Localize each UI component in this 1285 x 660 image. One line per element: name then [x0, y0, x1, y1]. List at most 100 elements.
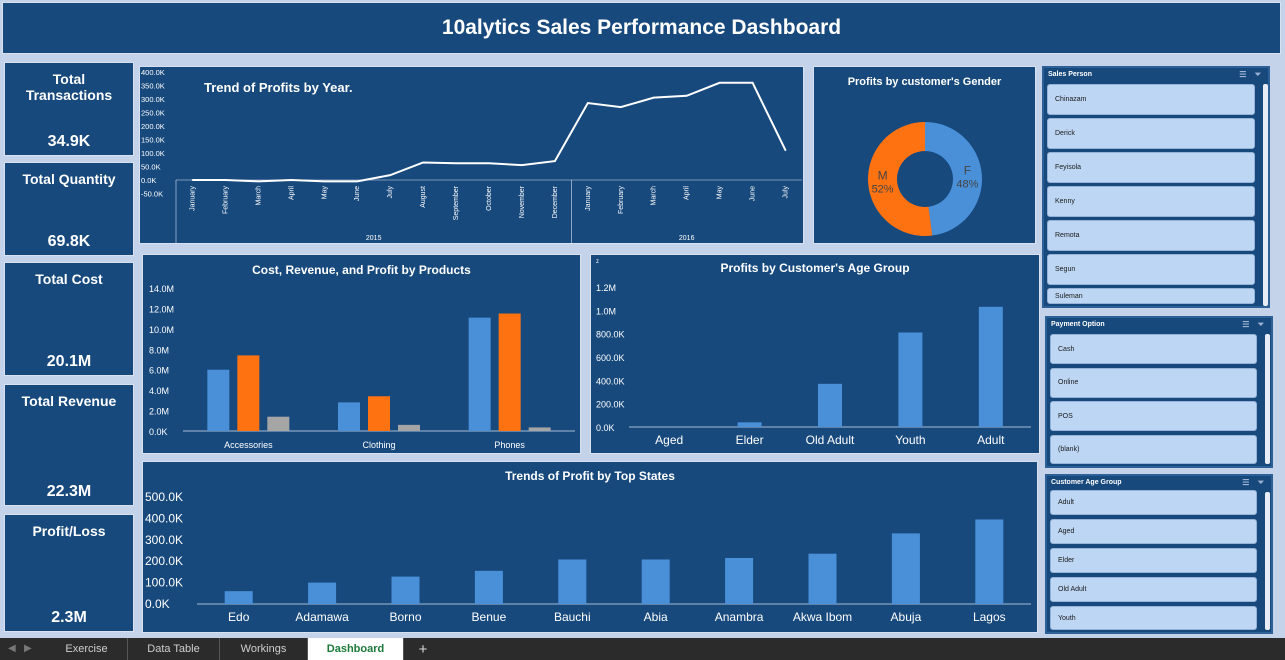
- trend-point: [224, 179, 227, 181]
- slicer-item[interactable]: Feyisola: [1047, 152, 1255, 183]
- slicer-item[interactable]: Elder: [1050, 548, 1257, 573]
- multi-select-icon[interactable]: ☰ ⏷: [1242, 320, 1267, 330]
- slicer-item[interactable]: Kenny: [1047, 186, 1255, 217]
- sheet-tab-exercise[interactable]: Exercise: [46, 638, 128, 660]
- y-tick-label: 0.0K: [149, 427, 168, 437]
- scroll-right-icon[interactable]: ▶: [24, 643, 32, 654]
- x-tick-label: April: [684, 186, 691, 200]
- slicer-item[interactable]: Remota: [1047, 220, 1255, 251]
- y-tick-label: 150.0K: [141, 136, 165, 145]
- gender-donut-svg: F48% M52%: [868, 122, 982, 236]
- multi-select-icon[interactable]: ☰ ⏷: [1239, 70, 1264, 80]
- y-tick-label: 400.0K: [145, 511, 183, 525]
- x-tick-label: November: [519, 185, 526, 218]
- x-tick-label: December: [552, 185, 559, 218]
- slicer-item[interactable]: Cash: [1050, 334, 1257, 364]
- slicer-title: Payment Option: [1051, 321, 1105, 328]
- states-bar-svg: 500.0K 400.0K 300.0K 200.0K 100.0K 0.0K Edo Ada…: [145, 490, 1031, 624]
- slice-percent: 48%: [956, 178, 978, 190]
- trend-point: [191, 179, 194, 181]
- x-tick-label: Old Adult: [806, 433, 855, 447]
- slicer-item[interactable]: Chinazam: [1047, 84, 1255, 115]
- trend-point: [685, 94, 688, 97]
- y-tick-label: 800.0K: [596, 330, 625, 340]
- y-tick-label: 250.0K: [141, 109, 165, 118]
- trend-point: [323, 180, 326, 183]
- bar: [558, 559, 587, 604]
- kpi-total-quantity: Total Quantity 69.8K: [4, 162, 134, 256]
- bar: [725, 557, 754, 604]
- y-tick-label: 100.0K: [145, 576, 183, 590]
- y-tick-label: 400.0K: [596, 376, 625, 386]
- x-tick-label: Adult: [977, 433, 1005, 447]
- x-tick-label: Abia: [644, 610, 668, 624]
- age-group-bar-svg: 1.2M 1.0M 800.0K 600.0K 400.0K 200.0K 0.0K Aged…: [596, 283, 1031, 447]
- group-label: 2015: [366, 235, 382, 242]
- x-tick-label: May: [321, 186, 328, 200]
- sheet-tab-workings[interactable]: Workings: [220, 638, 308, 660]
- slicer-item[interactable]: Segun: [1047, 254, 1255, 285]
- x-tick-label: Bauchi: [554, 610, 591, 624]
- kpi-value: 34.9K: [47, 133, 91, 150]
- kpi-label: Total Cost: [35, 271, 103, 287]
- bar: [308, 582, 337, 604]
- x-tick-label: August: [420, 186, 427, 208]
- bar: [891, 533, 920, 604]
- y-tick-label: 4.0M: [149, 386, 169, 396]
- slicer-title: Customer Age Group: [1051, 479, 1122, 486]
- bar: [898, 332, 923, 427]
- slicer-scrollbar[interactable]: [1265, 334, 1270, 464]
- slicer-item[interactable]: Aged: [1050, 519, 1257, 544]
- scroll-left-icon[interactable]: ◀: [8, 643, 16, 654]
- sheet-tab-dashboard[interactable]: Dashboard: [308, 638, 404, 660]
- x-tick-label: June: [750, 186, 757, 201]
- products-bar-chart: Cost, Revenue, and Profit by Products 14…: [142, 254, 581, 454]
- x-tick-label: April: [288, 186, 295, 200]
- kpi-label: Profit/Loss: [32, 523, 106, 539]
- x-tick-label: February: [222, 186, 229, 215]
- trend-point: [718, 82, 721, 84]
- y-tick-label: 0.0K: [596, 423, 615, 433]
- y-tick-label: 1.2M: [596, 283, 616, 293]
- bar: [398, 424, 420, 431]
- kpi-value: 2.3M: [51, 609, 87, 626]
- slicer-customer-age-group: Customer Age Group ☰ ⏷ Adult Aged Elder Old …: [1045, 474, 1273, 634]
- y-tick-label: 200.0K: [141, 122, 165, 131]
- slicer-scrollbar[interactable]: [1265, 492, 1270, 630]
- x-tick-label: June: [354, 186, 361, 201]
- y-tick-label: 8.0M: [149, 345, 169, 355]
- sheet-tab-data-table[interactable]: Data Table: [128, 638, 220, 660]
- group-label: 2016: [679, 235, 695, 242]
- slicer-scrollbar[interactable]: [1263, 84, 1268, 306]
- multi-select-icon[interactable]: ☰ ⏷: [1242, 478, 1267, 488]
- slicer-item[interactable]: POS: [1050, 401, 1257, 431]
- kpi-value: 69.8K: [47, 233, 91, 250]
- y-tick-label: 10.0M: [149, 325, 174, 335]
- slicer-item[interactable]: Online: [1050, 367, 1257, 398]
- trend-point: [389, 174, 391, 176]
- kpi-profit-loss: Profit/Loss 2.3M: [4, 514, 134, 632]
- y-tick-label: 50.0K: [141, 163, 161, 172]
- bar: [978, 306, 1003, 427]
- slicer-item[interactable]: Youth: [1050, 606, 1257, 630]
- slicer-item[interactable]: (blank): [1050, 434, 1257, 464]
- y-tick-label: 200.0K: [145, 554, 183, 568]
- slicer-item[interactable]: Old Adult: [1050, 577, 1257, 602]
- x-tick-label: Borno: [389, 610, 421, 624]
- x-tick-label: Aged: [655, 433, 683, 447]
- y-tick-label: 500.0K: [145, 490, 183, 504]
- y-tick-label: 1.0M: [596, 306, 616, 316]
- kpi-label: Total Transactions: [25, 71, 113, 103]
- slicer-item[interactable]: Suleman: [1047, 288, 1255, 304]
- trend-point: [652, 96, 655, 99]
- slicer-item[interactable]: Adult: [1050, 490, 1257, 515]
- slicer-item[interactable]: Derick: [1047, 118, 1255, 149]
- y-tick-label: 12.0M: [149, 304, 174, 314]
- bar: [498, 313, 521, 431]
- bar: [391, 576, 420, 604]
- kpi-total-transactions: Total Transactions 34.9K: [4, 62, 134, 156]
- trend-point: [554, 160, 556, 162]
- x-tick-label: July: [387, 186, 394, 199]
- add-sheet-button[interactable]: +: [404, 638, 442, 660]
- x-tick-label: Clothing: [362, 440, 395, 450]
